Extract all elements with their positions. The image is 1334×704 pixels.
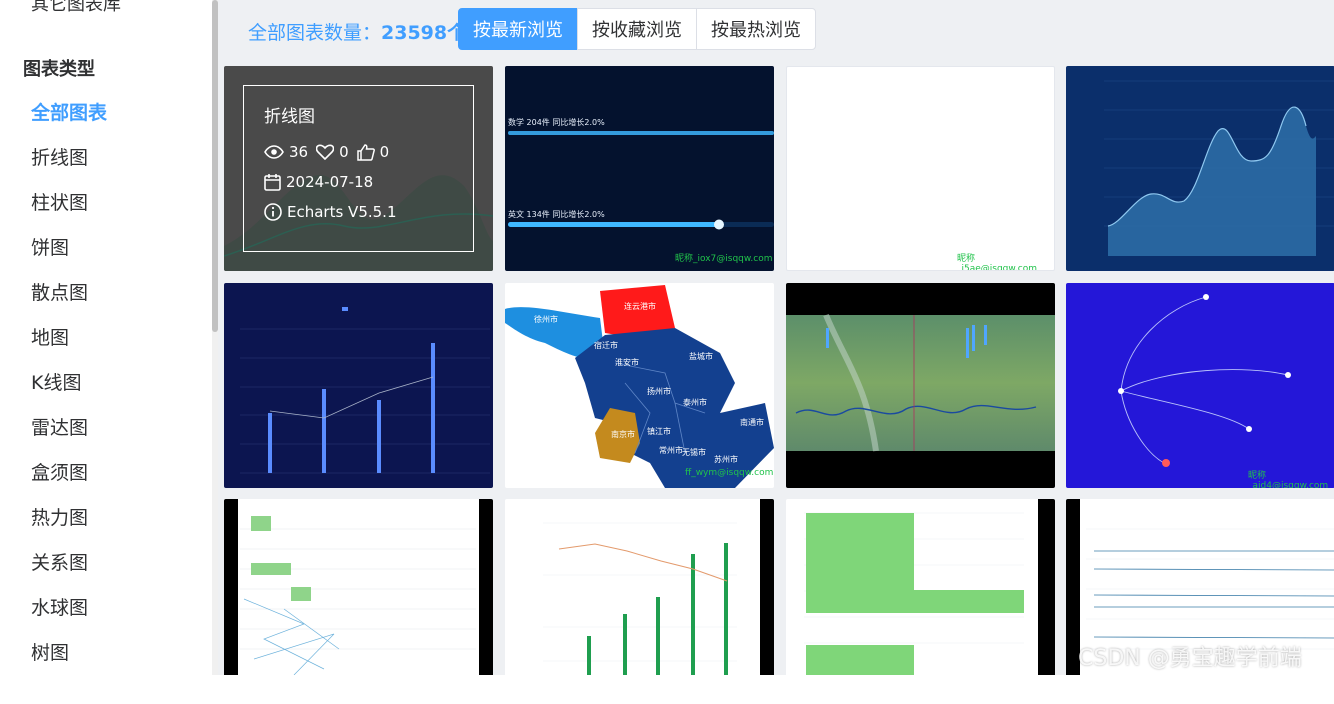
- chart-card-8[interactable]: 昵称_aid4@isqqw.com: [1066, 283, 1334, 488]
- card-6-city-label: 盐城市: [689, 351, 713, 361]
- card-1-views: 36: [289, 143, 309, 161]
- sidebar-heading: 图表类型: [23, 59, 95, 80]
- card-3-watermark: 昵称_j5ae@isqqw.com: [957, 254, 1038, 271]
- sidebar-item-radar[interactable]: 雷达图: [31, 413, 88, 440]
- sidebar-item-other-libs[interactable]: 其它图表库: [31, 0, 121, 16]
- card-1-favorites: 0: [339, 143, 349, 161]
- card-8-thumbnail: [1118, 294, 1291, 467]
- card-6-city-label: 扬州市: [647, 386, 671, 396]
- chart-card-1[interactable]: 折线图 36 0 0 2024-07-18 Echarts V5.5.1: [224, 66, 493, 271]
- chart-card-3[interactable]: 昵称_j5ae@isqqw.com: [786, 66, 1055, 271]
- card-6-city-label: 淮安市: [615, 357, 639, 367]
- sidebar-item-line[interactable]: 折线图: [31, 143, 88, 170]
- sidebar-item-liquid[interactable]: 水球图: [31, 593, 88, 620]
- card-1-date: 2024-07-18: [286, 173, 374, 191]
- card-1-likes: 0: [379, 143, 390, 161]
- sidebar-item-all[interactable]: 全部图表: [31, 98, 107, 125]
- sidebar-item-map[interactable]: 地图: [31, 323, 69, 350]
- card-9-thumbnail: [224, 499, 493, 675]
- card-6-city-label: 南京市: [611, 429, 635, 439]
- chart-card-6[interactable]: 徐州市 连云港市 宿迁市 淮安市 盐城市 扬州市 泰州市 南京市 镇江市 常州市…: [505, 283, 774, 488]
- card-2-row-2-label: 英文 134件 同比增长2.0%: [508, 209, 605, 219]
- sort-latest-button[interactable]: 按最新浏览: [458, 8, 578, 50]
- card-6-watermark: ff_wym@isqqw.com: [685, 468, 774, 478]
- card-2-thumbnail: 数学 204件 同比增长2.0% 英文 134件 同比增长2.0%: [508, 117, 774, 230]
- chart-card-9[interactable]: [224, 499, 493, 704]
- card-6-city-label: 宿迁市: [594, 340, 618, 350]
- card-8-watermark: 昵称_aid4@isqqw.com: [1248, 471, 1329, 488]
- sidebar-item-tree[interactable]: 树图: [31, 638, 69, 665]
- sort-button-group: 按最新浏览 按收藏浏览 按最热浏览: [458, 8, 816, 50]
- card-7-thumbnail: [786, 313, 1055, 452]
- card-6-thumbnail: 徐州市 连云港市 宿迁市 淮安市 盐城市 扬州市 泰州市 南京市 镇江市 常州市…: [505, 285, 774, 488]
- heart-icon[interactable]: [316, 144, 335, 160]
- sidebar-item-scatter[interactable]: 散点图: [31, 278, 88, 305]
- thumbs-up-icon[interactable]: [356, 143, 375, 161]
- card-10-thumbnail: [543, 499, 774, 675]
- calendar-icon: [264, 174, 281, 191]
- csdn-watermark: CSDN @勇宝趣学前端: [1078, 646, 1302, 671]
- card-2-watermark: 昵称_iox7@isqqw.com: [675, 254, 773, 264]
- card-6-city-label: 徐州市: [534, 314, 558, 324]
- chart-card-12[interactable]: [1066, 499, 1334, 704]
- chart-card-11[interactable]: [786, 499, 1055, 704]
- sort-favorites-button[interactable]: 按收藏浏览: [577, 8, 697, 50]
- chart-card-2[interactable]: 数学 204件 同比增长2.0% 英文 134件 同比增长2.0% 昵称_iox…: [505, 66, 774, 271]
- card-6-city-label: 连云港市: [624, 301, 656, 311]
- card-6-city-label: 无锡市: [682, 447, 706, 457]
- card-1-version: Echarts V5.5.1: [287, 203, 397, 221]
- card-6-city-label: 苏州市: [714, 454, 738, 464]
- chart-count-label: 全部图表数量：: [248, 22, 382, 44]
- card-6-city-label: 南通市: [740, 417, 764, 427]
- chart-card-5[interactable]: [224, 283, 493, 488]
- card-6-city-label: 泰州市: [683, 397, 707, 407]
- sidebar: 其它图表库 图表类型 全部图表 折线图 柱状图 饼图 散点图 地图 K线图 雷达…: [0, 0, 212, 675]
- card-1-info-overlay: 折线图 36 0 0 2024-07-18 Echarts V5.5.1: [243, 85, 474, 252]
- info-icon: [264, 203, 282, 221]
- sidebar-item-heatmap[interactable]: 热力图: [31, 503, 88, 530]
- chart-card-4[interactable]: [1066, 66, 1334, 271]
- chart-count: 全部图表数量：23598个: [248, 18, 466, 45]
- card-5-thumbnail: [240, 307, 490, 474]
- sidebar-item-boxplot[interactable]: 盒须图: [31, 458, 88, 485]
- sidebar-item-kline[interactable]: K线图: [31, 368, 81, 395]
- chart-card-7[interactable]: [786, 283, 1055, 488]
- card-1-title: 折线图: [264, 107, 315, 127]
- chart-count-value: 23598个: [381, 22, 467, 44]
- sidebar-item-bar[interactable]: 柱状图: [31, 188, 88, 215]
- card-2-row-1-label: 数学 204件 同比增长2.0%: [508, 117, 605, 127]
- card-6-city-label: 镇江市: [647, 426, 671, 436]
- sidebar-item-graph[interactable]: 关系图: [31, 548, 88, 575]
- sidebar-item-pie[interactable]: 饼图: [31, 233, 69, 260]
- eye-icon: [264, 145, 284, 159]
- chart-card-10[interactable]: [505, 499, 774, 704]
- card-6-city-label: 常州市: [659, 445, 683, 455]
- sort-hottest-button[interactable]: 按最热浏览: [696, 8, 816, 50]
- card-11-thumbnail: [804, 499, 1055, 675]
- card-4-thumbnail: [1104, 80, 1334, 256]
